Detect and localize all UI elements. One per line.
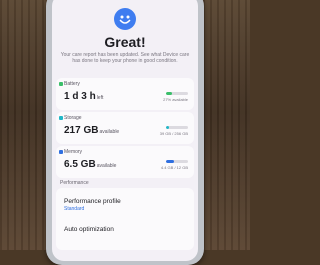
- storage-card[interactable]: Storage 217 GBavailable 39 GB / 256 GB: [56, 112, 194, 144]
- memory-bar-fill: [166, 160, 175, 163]
- memory-status: 4.4 GB / 12 GB: [160, 165, 188, 170]
- battery-icon: [59, 82, 63, 86]
- auto-optimization-title: Auto optimization: [64, 226, 114, 233]
- storage-value-text: 217 GB: [64, 125, 99, 136]
- battery-card[interactable]: Battery 1 d 3 hleft 27% available: [56, 78, 194, 110]
- storage-bar-fill: [166, 126, 170, 129]
- performance-section-label: Performance: [60, 180, 89, 186]
- memory-bar: [166, 160, 188, 163]
- storage-bar: [166, 126, 188, 129]
- performance-profile-row[interactable]: Performance profile Standard: [56, 188, 194, 216]
- memory-icon: [59, 150, 63, 154]
- performance-profile-value: Standard: [64, 206, 85, 212]
- performance-card: Performance profile Standard Auto optimi…: [56, 188, 194, 250]
- memory-value: 6.5 GBavailable: [64, 159, 116, 170]
- memory-card[interactable]: Memory 6.5 GBavailable 4.4 GB / 12 GB: [56, 146, 194, 178]
- phone-body: Great! Your care report has been updated…: [46, 0, 204, 265]
- storage-value: 217 GBavailable: [64, 125, 119, 136]
- battery-value-unit: left: [96, 95, 104, 101]
- memory-value-unit: available: [96, 163, 117, 169]
- performance-profile-title: Performance profile: [64, 198, 121, 205]
- auto-optimization-row[interactable]: Auto optimization: [56, 218, 194, 246]
- battery-status: 27% available: [163, 97, 188, 102]
- battery-label: Battery: [64, 81, 80, 87]
- memory-label: Memory: [64, 149, 83, 155]
- storage-status: 39 GB / 256 GB: [159, 131, 188, 136]
- status-title: Great!: [104, 34, 146, 50]
- storage-value-unit: available: [99, 129, 120, 135]
- storage-icon: [59, 116, 63, 120]
- smiley-face-icon: [114, 8, 136, 30]
- memory-value-text: 6.5 GB: [64, 159, 96, 170]
- battery-bar-fill: [166, 92, 172, 95]
- battery-value: 1 d 3 hleft: [64, 91, 103, 102]
- phone-screen: Great! Your care report has been updated…: [52, 0, 198, 261]
- battery-bar: [166, 92, 188, 95]
- storage-label: Storage: [64, 115, 82, 121]
- battery-value-text: 1 d 3 h: [64, 91, 96, 102]
- status-subtitle: Your care report has been updated. See w…: [60, 52, 190, 64]
